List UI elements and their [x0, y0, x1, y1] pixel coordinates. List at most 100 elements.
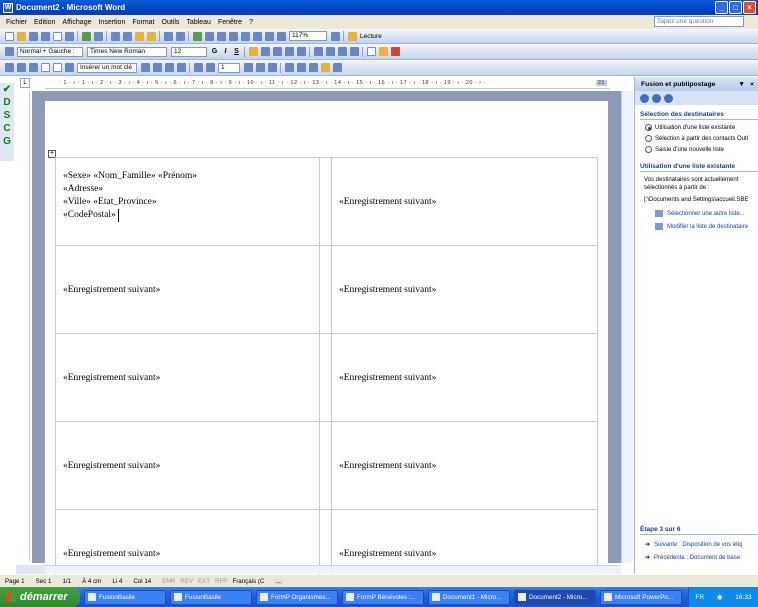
merge-new-doc-icon[interactable]: [296, 63, 306, 72]
radio-icon[interactable]: [645, 146, 652, 153]
undo-icon[interactable]: [163, 31, 173, 41]
research-icon[interactable]: [93, 31, 103, 41]
minimize-button[interactable]: _: [715, 1, 728, 14]
decrease-indent-icon[interactable]: [337, 47, 347, 56]
main-document-icon[interactable]: [4, 63, 14, 72]
hyperlink-icon[interactable]: [192, 31, 202, 41]
read-button[interactable]: Lecture: [360, 33, 382, 40]
dropdown-icon[interactable]: ▼: [738, 81, 745, 88]
redo-icon[interactable]: [175, 31, 185, 41]
status-language[interactable]: Français (C: [232, 578, 264, 585]
merge-fax-icon[interactable]: [332, 63, 342, 72]
label-cell[interactable]: «Enregistrement suivant»: [55, 421, 320, 510]
insert-address-icon[interactable]: [40, 63, 50, 72]
merge-printer-icon[interactable]: [308, 63, 318, 72]
view-merged-data-icon[interactable]: [140, 63, 150, 72]
label-cell[interactable]: «Enregistrement suivant»: [55, 245, 320, 334]
line-spacing-icon[interactable]: [296, 47, 306, 56]
style-select[interactable]: Normal + Gauche :: [17, 46, 83, 57]
label-cell[interactable]: «Enregistrement suivant»: [55, 333, 320, 422]
taskbar-item[interactable]: FusionBasile: [84, 589, 166, 605]
radio-icon[interactable]: [645, 135, 652, 142]
labels-table[interactable]: «Sexe» «Nom_Famille» «Prénom» «Adresse» «V…: [55, 157, 598, 598]
document-page[interactable]: + «Sexe» «Nom_Famille» «Prénom» «Adresse»…: [45, 101, 608, 598]
columns-icon[interactable]: [240, 31, 250, 41]
help-icon[interactable]: [330, 31, 340, 41]
radio-new-list[interactable]: Saisie d'une nouvelle liste: [645, 146, 758, 153]
status-rev[interactable]: REV: [180, 578, 193, 585]
previous-record-icon[interactable]: [205, 63, 215, 72]
font-size-select[interactable]: 12: [171, 46, 207, 57]
next-step-link[interactable]: ➔ Suivante : Disposition de vos étiq: [645, 541, 758, 549]
highlight-icon[interactable]: [378, 47, 388, 56]
paste-icon[interactable]: [134, 31, 144, 41]
status-rfp[interactable]: RFP: [215, 578, 227, 585]
insert-excel-icon[interactable]: [228, 31, 238, 41]
taskbar-item[interactable]: Microsoft PowerPo...: [600, 589, 682, 605]
bold-button[interactable]: G: [210, 47, 219, 56]
read-icon[interactable]: [347, 31, 357, 41]
italic-button[interactable]: I: [221, 47, 230, 56]
menu-fenetre[interactable]: Fenêtre: [218, 19, 242, 26]
status-enr[interactable]: ENR: [162, 578, 175, 585]
vertical-scrollbar[interactable]: [621, 91, 633, 563]
insert-greeting-icon[interactable]: [52, 63, 62, 72]
ask-question-input[interactable]: Tapez une question: [654, 16, 744, 27]
check-icon[interactable]: ✔: [0, 83, 14, 96]
forward-icon[interactable]: [652, 93, 661, 103]
home-icon[interactable]: [664, 93, 673, 103]
open-data-source-icon[interactable]: [16, 63, 26, 72]
vertical-ruler[interactable]: [20, 91, 30, 561]
record-number-input[interactable]: 1: [218, 62, 240, 73]
borders-icon[interactable]: [366, 47, 376, 56]
next-record-icon[interactable]: [243, 63, 253, 72]
match-fields-icon[interactable]: [164, 63, 174, 72]
label-cell[interactable]: «Enregistrement suivant»: [331, 245, 598, 334]
horizontal-ruler[interactable]: · 1 · ı · 1 · ı · 2 · ı · 3 · ı · 4 · ı …: [45, 78, 610, 89]
underline-button[interactable]: S: [232, 47, 241, 56]
taskbar-item[interactable]: FusionBasile: [170, 589, 252, 605]
tab-selector[interactable]: L: [20, 78, 30, 88]
label-cell[interactable]: «Enregistrement suivant»: [331, 421, 598, 510]
language-indicator[interactable]: FR: [695, 594, 704, 601]
insert-table-icon[interactable]: [216, 31, 226, 41]
tables-borders-icon[interactable]: [204, 31, 214, 41]
show-hide-icon[interactable]: [276, 31, 286, 41]
font-color-icon[interactable]: [390, 47, 400, 56]
taskbar-item[interactable]: FormP Bénévoles :...: [342, 589, 424, 605]
toolbar-letter-c[interactable]: C: [0, 122, 14, 135]
insert-keyword-select[interactable]: Insérer un mot clé: [77, 62, 137, 73]
cut-icon[interactable]: [110, 31, 120, 41]
label-cell[interactable]: «Enregistrement suivant»: [331, 157, 598, 246]
font-select[interactable]: Times New Roman: [87, 46, 167, 57]
toolbar-letter-d[interactable]: D: [0, 96, 14, 109]
merge-email-icon[interactable]: [320, 63, 330, 72]
open-icon[interactable]: [16, 31, 26, 41]
spelling-status-icon[interactable]: 📖: [275, 577, 283, 585]
zoom-select[interactable]: 117%: [289, 31, 327, 41]
start-button[interactable]: démarrer: [0, 587, 80, 607]
horizontal-scrollbar[interactable]: [45, 565, 621, 574]
radio-existing-list[interactable]: Utilisation d'une liste existante: [645, 124, 758, 131]
new-icon[interactable]: [4, 31, 14, 41]
close-pane-icon[interactable]: ×: [750, 81, 754, 88]
back-icon[interactable]: [640, 93, 649, 103]
menu-format[interactable]: Format: [132, 19, 154, 26]
label-cell[interactable]: «Enregistrement suivant»: [331, 333, 598, 422]
toolbar-letter-g[interactable]: G: [0, 135, 14, 148]
previous-step-link[interactable]: ➔ Précédente : Document de base: [645, 554, 758, 562]
bullets-icon[interactable]: [325, 47, 335, 56]
menu-affichage[interactable]: Affichage: [62, 19, 91, 26]
spelling-icon[interactable]: [81, 31, 91, 41]
preview-icon[interactable]: [64, 31, 74, 41]
permission-icon[interactable]: [40, 31, 50, 41]
menu-edition[interactable]: Edition: [34, 19, 55, 26]
radio-selected-icon[interactable]: [645, 124, 652, 131]
align-right-icon[interactable]: [272, 47, 282, 56]
network-icon[interactable]: ◉: [717, 593, 723, 601]
toolbar-letter-s[interactable]: S: [0, 109, 14, 122]
highlight-fields-icon[interactable]: [152, 63, 162, 72]
status-ext[interactable]: EXT: [198, 578, 210, 585]
increase-indent-icon[interactable]: [349, 47, 359, 56]
align-left-icon[interactable]: [248, 47, 258, 56]
